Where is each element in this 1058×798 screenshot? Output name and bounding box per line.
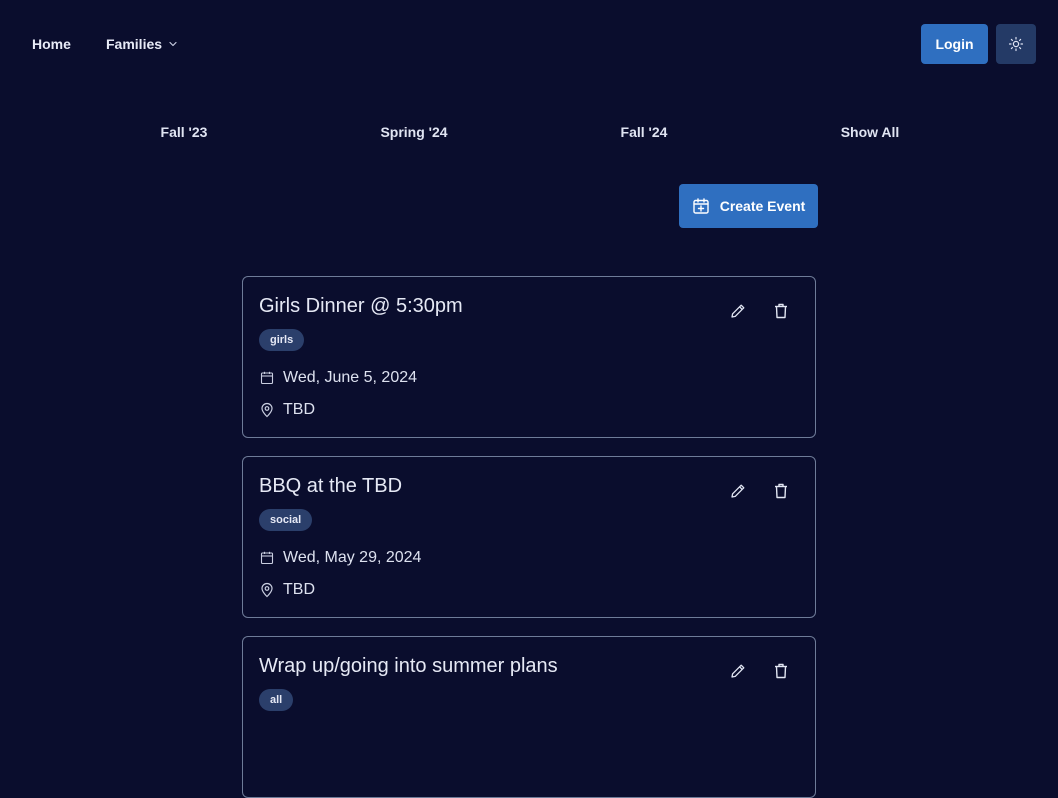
sun-icon xyxy=(1008,36,1024,52)
event-title: Wrap up/going into summer plans xyxy=(259,655,558,677)
event-location: TBD xyxy=(283,401,315,418)
event-tag: all xyxy=(259,689,294,711)
event-card: Girls Dinner @ 5:30pm girls Wed, June 5,… xyxy=(242,276,816,438)
event-date-row: Wed, June 5, 2024 xyxy=(259,369,417,387)
calendar-icon xyxy=(259,550,275,566)
event-date-row: Wed, May 29, 2024 xyxy=(259,549,421,567)
map-pin-icon xyxy=(259,582,275,598)
event-location: TBD xyxy=(283,581,315,598)
event-location-row: TBD xyxy=(259,581,315,599)
season-tab-show-all[interactable]: Show All xyxy=(841,124,900,140)
season-tab-fall-23[interactable]: Fall '23 xyxy=(161,124,208,140)
event-location-row: TBD xyxy=(259,401,315,419)
login-button[interactable]: Login xyxy=(921,24,988,64)
nav-home[interactable]: Home xyxy=(32,36,71,52)
season-tab-spring-24[interactable]: Spring '24 xyxy=(380,124,447,140)
event-title: BBQ at the TBD xyxy=(259,475,403,497)
delete-button[interactable] xyxy=(769,479,793,503)
event-tag: girls xyxy=(259,329,305,351)
map-pin-icon xyxy=(259,402,275,418)
create-event-label: Create Event xyxy=(719,198,806,214)
nav-families-dropdown[interactable]: Families xyxy=(106,36,178,52)
trash-icon xyxy=(772,662,790,680)
edit-button[interactable] xyxy=(726,299,750,323)
chevron-down-icon xyxy=(168,39,178,49)
edit-button[interactable] xyxy=(726,659,750,683)
theme-toggle-button[interactable] xyxy=(996,24,1036,64)
delete-button[interactable] xyxy=(769,659,793,683)
create-event-button[interactable]: Create Event xyxy=(679,184,818,228)
login-label: Login xyxy=(935,36,974,52)
event-date: Wed, June 5, 2024 xyxy=(283,369,418,386)
event-title: Girls Dinner @ 5:30pm xyxy=(259,295,463,317)
pencil-icon xyxy=(729,662,747,680)
trash-icon xyxy=(772,482,790,500)
edit-button[interactable] xyxy=(726,479,750,503)
pencil-icon xyxy=(729,482,747,500)
event-date: Wed, May 29, 2024 xyxy=(283,549,422,566)
calendar-plus-icon xyxy=(692,197,710,215)
nav-families-label: Families xyxy=(106,36,163,52)
season-tab-fall-24[interactable]: Fall '24 xyxy=(621,124,668,140)
delete-button[interactable] xyxy=(769,299,793,323)
event-tag: social xyxy=(259,509,313,531)
event-card: Wrap up/going into summer plans all xyxy=(242,636,816,798)
nav-home-label: Home xyxy=(32,36,71,52)
pencil-icon xyxy=(729,302,747,320)
calendar-icon xyxy=(259,370,275,386)
event-card: BBQ at the TBD social Wed, May 29, 2024 … xyxy=(242,456,816,618)
trash-icon xyxy=(772,302,790,320)
